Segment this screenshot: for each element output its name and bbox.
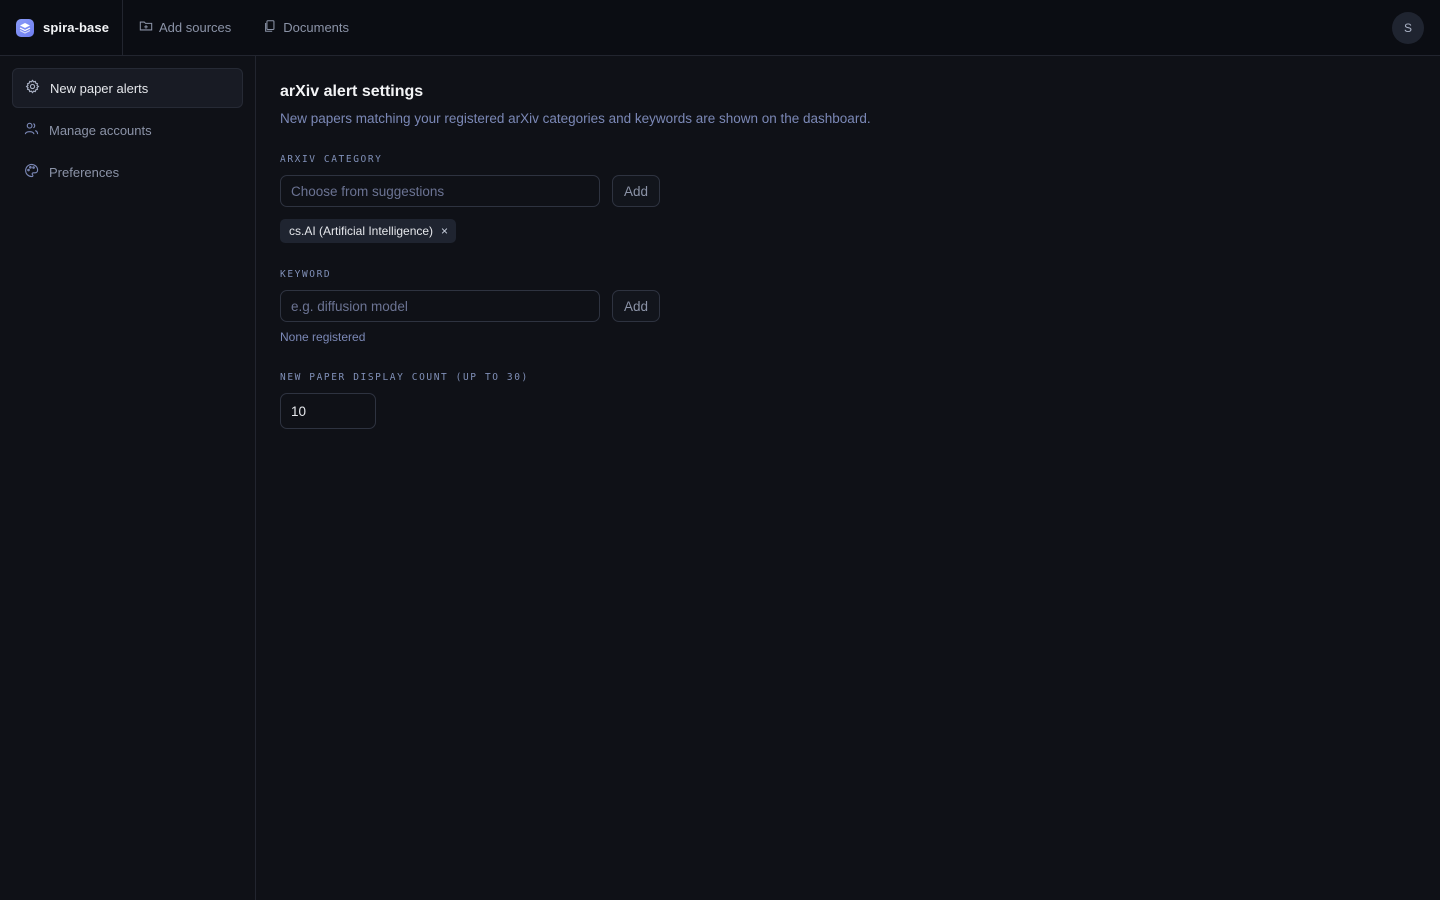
avatar[interactable]: S [1392,12,1424,44]
documents-icon [263,19,277,36]
gear-icon [25,79,40,97]
add-keyword-button[interactable]: Add [612,290,660,322]
chip-label: cs.AI (Artificial Intelligence) [289,224,434,238]
keyword-empty-text: None registered [280,330,366,344]
sidebar: New paper alerts Manage accounts Prefere… [0,56,256,900]
category-input[interactable] [280,175,600,207]
brand[interactable]: spira-base [0,0,123,55]
users-icon [24,121,39,139]
app-name: spira-base [43,20,110,35]
nav-documents[interactable]: Documents [263,19,349,36]
close-icon[interactable]: × [441,225,448,237]
sidebar-item-preferences[interactable]: Preferences [12,152,243,192]
nav-add-sources-label: Add sources [159,20,232,35]
sidebar-item-new-paper-alerts[interactable]: New paper alerts [12,68,243,108]
palette-icon [24,163,39,181]
sidebar-item-label: Manage accounts [49,122,152,138]
page-title: arXiv alert settings [280,83,424,100]
top-nav: Add sources Documents [139,19,349,36]
keyword-label: KEYWORD [280,269,332,280]
top-bar: spira-base Add sources Documents S [0,0,1440,56]
page-subtitle: New papers matching your registered arXi… [280,111,871,126]
nav-documents-label: Documents [283,20,350,35]
category-chip: cs.AI (Artificial Intelligence) × [280,219,457,243]
nav-add-sources[interactable]: Add sources [139,19,231,36]
display-count-input[interactable] [280,393,376,429]
sidebar-item-label: New paper alerts [50,80,149,96]
category-label: ARXIV CATEGORY [280,154,383,165]
folder-plus-icon [139,19,153,36]
add-category-button[interactable]: Add [612,175,660,207]
display-count-label: NEW PAPER DISPLAY COUNT (UP TO 30) [280,372,529,383]
logo-icon [16,18,34,37]
sidebar-item-manage-accounts[interactable]: Manage accounts [12,110,243,150]
sidebar-item-label: Preferences [49,164,120,180]
keyword-input[interactable] [280,290,600,322]
